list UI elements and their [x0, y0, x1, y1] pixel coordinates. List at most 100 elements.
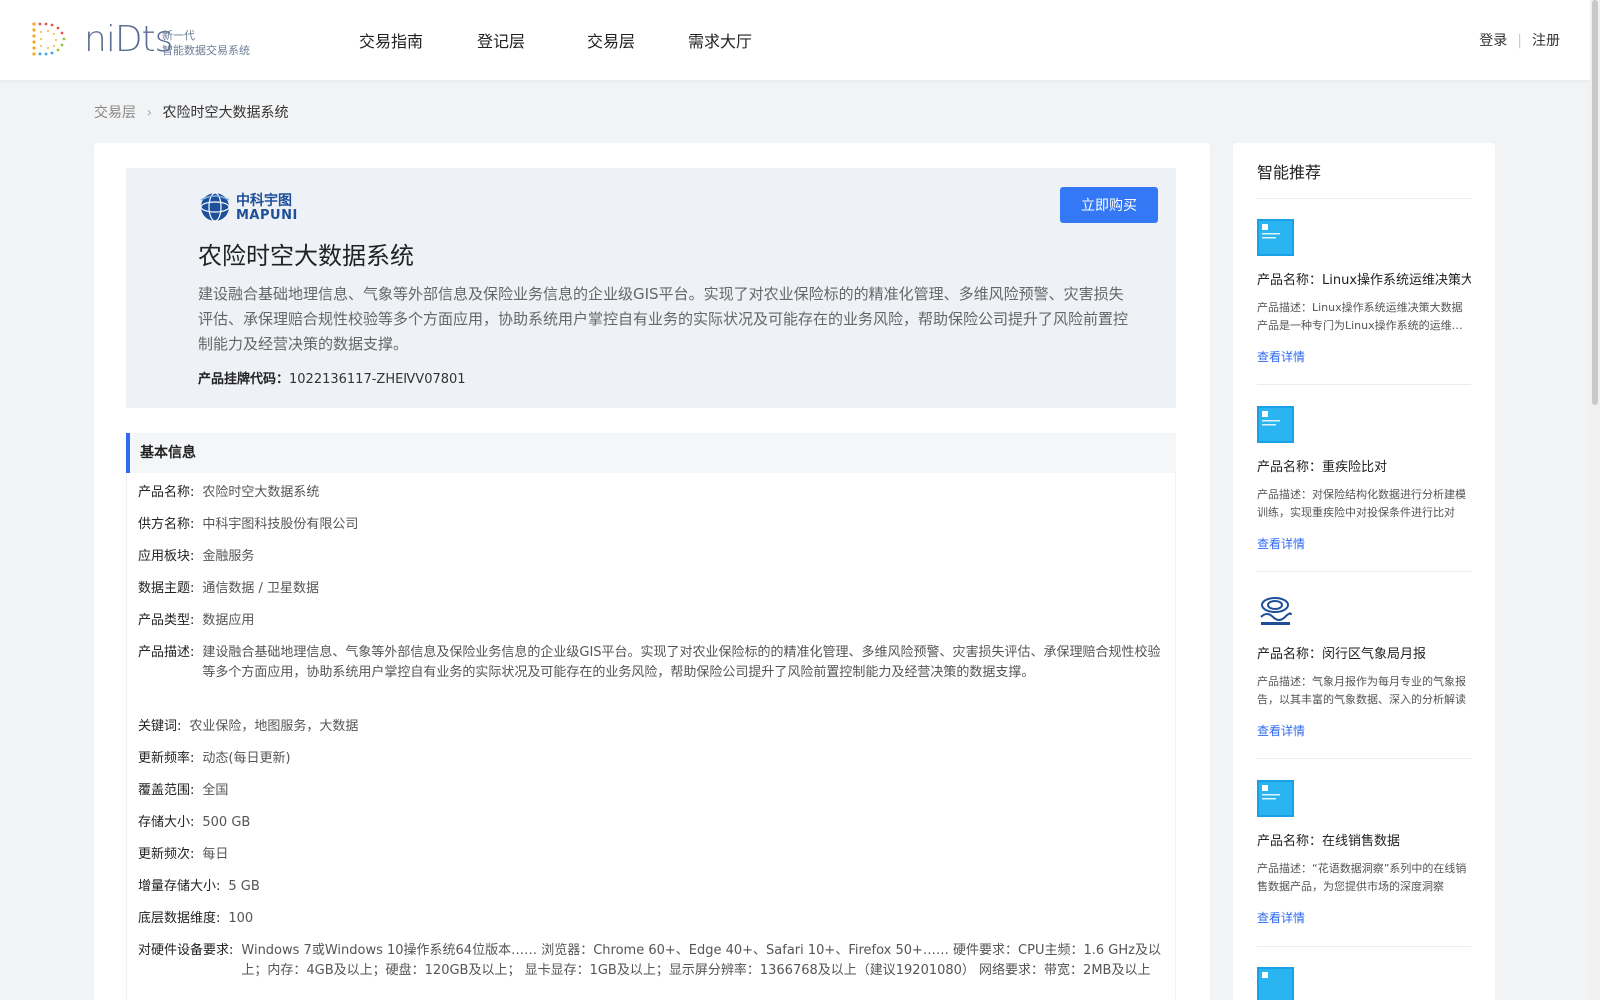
info-row-coverage: 覆盖范围: 全国 [138, 781, 1158, 801]
info-key: 产品类型: [138, 613, 195, 628]
info-value: 动态(每日更新) [202, 751, 291, 766]
product-hero: 中科宇图 MAPUNI 立即购买 农险时空大数据系统 建设融合基础地理信息、气象… [126, 168, 1176, 408]
info-row-incremental-storage: 增量存储大小: 5 GB [138, 877, 1158, 897]
info-key: 更新频次: [138, 847, 195, 862]
info-value: 中科宇图科技股份有限公司 [202, 517, 359, 532]
info-value: 通信数据 / 卫星数据 [202, 581, 320, 596]
info-key: 存储大小: [138, 815, 195, 830]
brand-subtitle-line2: 智能数据交易系统 [162, 44, 250, 57]
supplier-logo: 中科宇图 MAPUNI [198, 190, 302, 224]
recommendation-description: 产品描述：气象月报作为每月专业的气象报告，以其丰富的气象数据、深入的分析解读 [1257, 675, 1466, 706]
info-row-supplier: 供方名称: 中科宇图科技股份有限公司 [138, 515, 1158, 535]
recommendation-card[interactable]: 产品名称：重疾险比对 产品描述：对保险结构化数据进行分析建模训练，实现重疾险中对… [1257, 406, 1471, 592]
info-key: 关键词: [138, 719, 182, 734]
info-key: 底层数据维度: [138, 911, 221, 926]
basic-info-body: 产品名称: 农险时空大数据系统 供方名称: 中科宇图科技股份有限公司 应用板块: 金融… [126, 473, 1176, 1000]
product-thumbnail-icon[interactable] [1257, 967, 1294, 1000]
meteorological-logo-icon [1257, 593, 1294, 630]
info-key: 覆盖范围: [138, 783, 195, 798]
info-value: 金融服务 [202, 549, 255, 564]
info-row-keywords: 关键词: 农业保险，地图服务，大数据 [138, 717, 1158, 737]
sidebar-divider [1257, 758, 1471, 759]
product-thumbnail-icon [1257, 219, 1294, 256]
buy-now-button[interactable]: 立即购买 [1060, 187, 1158, 223]
nav-trade-guide[interactable]: 交易指南 [359, 28, 423, 52]
recommendation-description: 产品描述：Linux操作系统运维决策大数据产品是一种专门为Linux操作系统的运… [1257, 301, 1463, 332]
listing-code-value: 1022136117-ZHEⅣV07801 [289, 372, 466, 387]
info-value: 农业保险，地图服务，大数据 [189, 719, 359, 734]
product-description: 建设融合基础地理信息、气象等外部信息及保险业务信息的企业级GIS平台。实现了对农… [198, 285, 1129, 353]
info-row-data-dimension: 底层数据维度: 100 [138, 909, 1158, 929]
listing-code-label: 产品挂牌代码： [198, 372, 290, 387]
info-row-product-name: 产品名称: 农险时空大数据系统 [138, 483, 1158, 503]
recommendation-card[interactable]: 产品名称：闵行区气象局月报 产品描述：气象月报作为每月专业的气象报告，以其丰富的… [1257, 593, 1471, 779]
listing-code: 产品挂牌代码：1022136117-ZHEⅣV07801 [198, 368, 466, 387]
recommendation-sidebar: 智能推荐 产品名称：Linux操作系统运维决策大数据 产品描述：Linux操作系… [1233, 143, 1495, 1000]
product-detail-panel: 中科宇图 MAPUNI 立即购买 农险时空大数据系统 建设融合基础地理信息、气象… [94, 143, 1210, 1000]
info-key: 产品名称: [138, 485, 195, 500]
info-value: 数据应用 [202, 613, 255, 628]
nav-registration-layer[interactable]: 登记层 [477, 28, 525, 52]
info-value: 100 [228, 911, 254, 926]
info-row-hardware-requirements: 对硬件设备要求: Windows 7或Windows 10操作系统64位版本…… … [138, 941, 1168, 981]
sidebar-title: 智能推荐 [1257, 163, 1322, 182]
auth-links: 登录 | 注册 [1479, 30, 1560, 50]
recommendation-card[interactable]: 产品名称：Linux操作系统运维决策大数据 产品描述：Linux操作系统运维决策… [1257, 219, 1471, 405]
view-details-link[interactable]: 查看详情 [1257, 909, 1305, 926]
sidebar-divider [1257, 571, 1471, 572]
info-key: 增量存储大小: [138, 879, 221, 894]
chevron-right-icon: › [146, 105, 153, 121]
info-row-update-frequency: 更新频率: 动态(每日更新) [138, 749, 1158, 769]
recommendation-description: 产品描述：对保险结构化数据进行分析建模训练，实现重疾险中对投保条件进行比对 [1257, 488, 1466, 519]
breadcrumb-parent[interactable]: 交易层 [94, 105, 136, 121]
info-key: 更新频率: [138, 751, 195, 766]
basic-info-header: 基本信息 [126, 433, 1176, 473]
recommendation-name: 产品名称：Linux操作系统运维决策大数据 [1257, 273, 1471, 288]
info-value: 5 GB [228, 879, 260, 894]
scrollbar-thumb[interactable] [1592, 0, 1598, 405]
info-key: 应用板块: [138, 549, 195, 564]
info-row-storage-size: 存储大小: 500 GB [138, 813, 1158, 833]
info-value: 建设融合基础地理信息、气象等外部信息及保险业务信息的企业级GIS平台。实现了对农… [202, 645, 1161, 680]
info-value: 农险时空大数据系统 [202, 485, 320, 500]
breadcrumb: 交易层 › 农险时空大数据系统 [94, 102, 289, 122]
register-link[interactable]: 注册 [1532, 33, 1560, 49]
info-row-description: 产品描述: 建设融合基础地理信息、气象等外部信息及保险业务信息的企业级GIS平台。… [138, 643, 1168, 683]
view-details-link[interactable]: 查看详情 [1257, 722, 1305, 739]
top-header: niDts 新一代 智能数据交易系统 交易指南 登记层 交易层 需求大厅 登录 |… [0, 0, 1590, 80]
info-value: 每日 [202, 847, 229, 862]
sidebar-divider [1257, 946, 1471, 947]
recommendation-name: 产品名称：闵行区气象局月报 [1257, 647, 1427, 662]
recommendation-name: 产品名称：在线销售数据 [1257, 834, 1401, 849]
info-key: 供方名称: [138, 517, 195, 532]
login-link[interactable]: 登录 [1479, 33, 1507, 49]
info-key: 对硬件设备要求: [138, 943, 234, 958]
breadcrumb-current: 农险时空大数据系统 [162, 105, 289, 121]
info-value: Windows 7或Windows 10操作系统64位版本…… 浏览器：Chro… [241, 943, 1161, 978]
recommendation-card[interactable]: 产品名称：在线销售数据 产品描述：“花语数据洞察”系列中的在线销售数据产品，为您… [1257, 780, 1471, 966]
info-row-sector: 应用板块: 金融服务 [138, 547, 1158, 567]
info-row-data-topic: 数据主题: 通信数据 / 卫星数据 [138, 579, 1158, 599]
sidebar-divider [1257, 384, 1471, 385]
info-row-update-cadence: 更新频次: 每日 [138, 845, 1158, 865]
info-value: 全国 [202, 783, 229, 798]
info-key: 数据主题: [138, 581, 195, 596]
nav-demand-hall[interactable]: 需求大厅 [688, 28, 752, 52]
page-scrollbar[interactable] [1590, 0, 1600, 1000]
supplier-logo-en: MAPUNI [236, 208, 298, 223]
view-details-link[interactable]: 查看详情 [1257, 535, 1305, 552]
info-key: 产品描述: [138, 645, 195, 660]
brand-subtitle-line1: 新一代 [162, 29, 195, 42]
product-title: 农险时空大数据系统 [198, 242, 414, 270]
recommendation-description: 产品描述：“花语数据洞察”系列中的在线销售数据产品，为您提供市场的深度洞察 [1257, 862, 1467, 893]
dots-logo-icon [32, 22, 66, 56]
view-details-link[interactable]: 查看详情 [1257, 348, 1305, 365]
brand-subtitle: 新一代 智能数据交易系统 [162, 28, 250, 58]
brand-logo-text: niDts [84, 19, 173, 60]
recommendation-name: 产品名称：重疾险比对 [1257, 460, 1388, 475]
product-thumbnail-icon [1257, 780, 1294, 817]
product-thumbnail-icon [1257, 406, 1294, 443]
nav-trading-layer[interactable]: 交易层 [587, 28, 635, 52]
sidebar-divider [1257, 198, 1471, 199]
info-row-product-type: 产品类型: 数据应用 [138, 611, 1158, 631]
